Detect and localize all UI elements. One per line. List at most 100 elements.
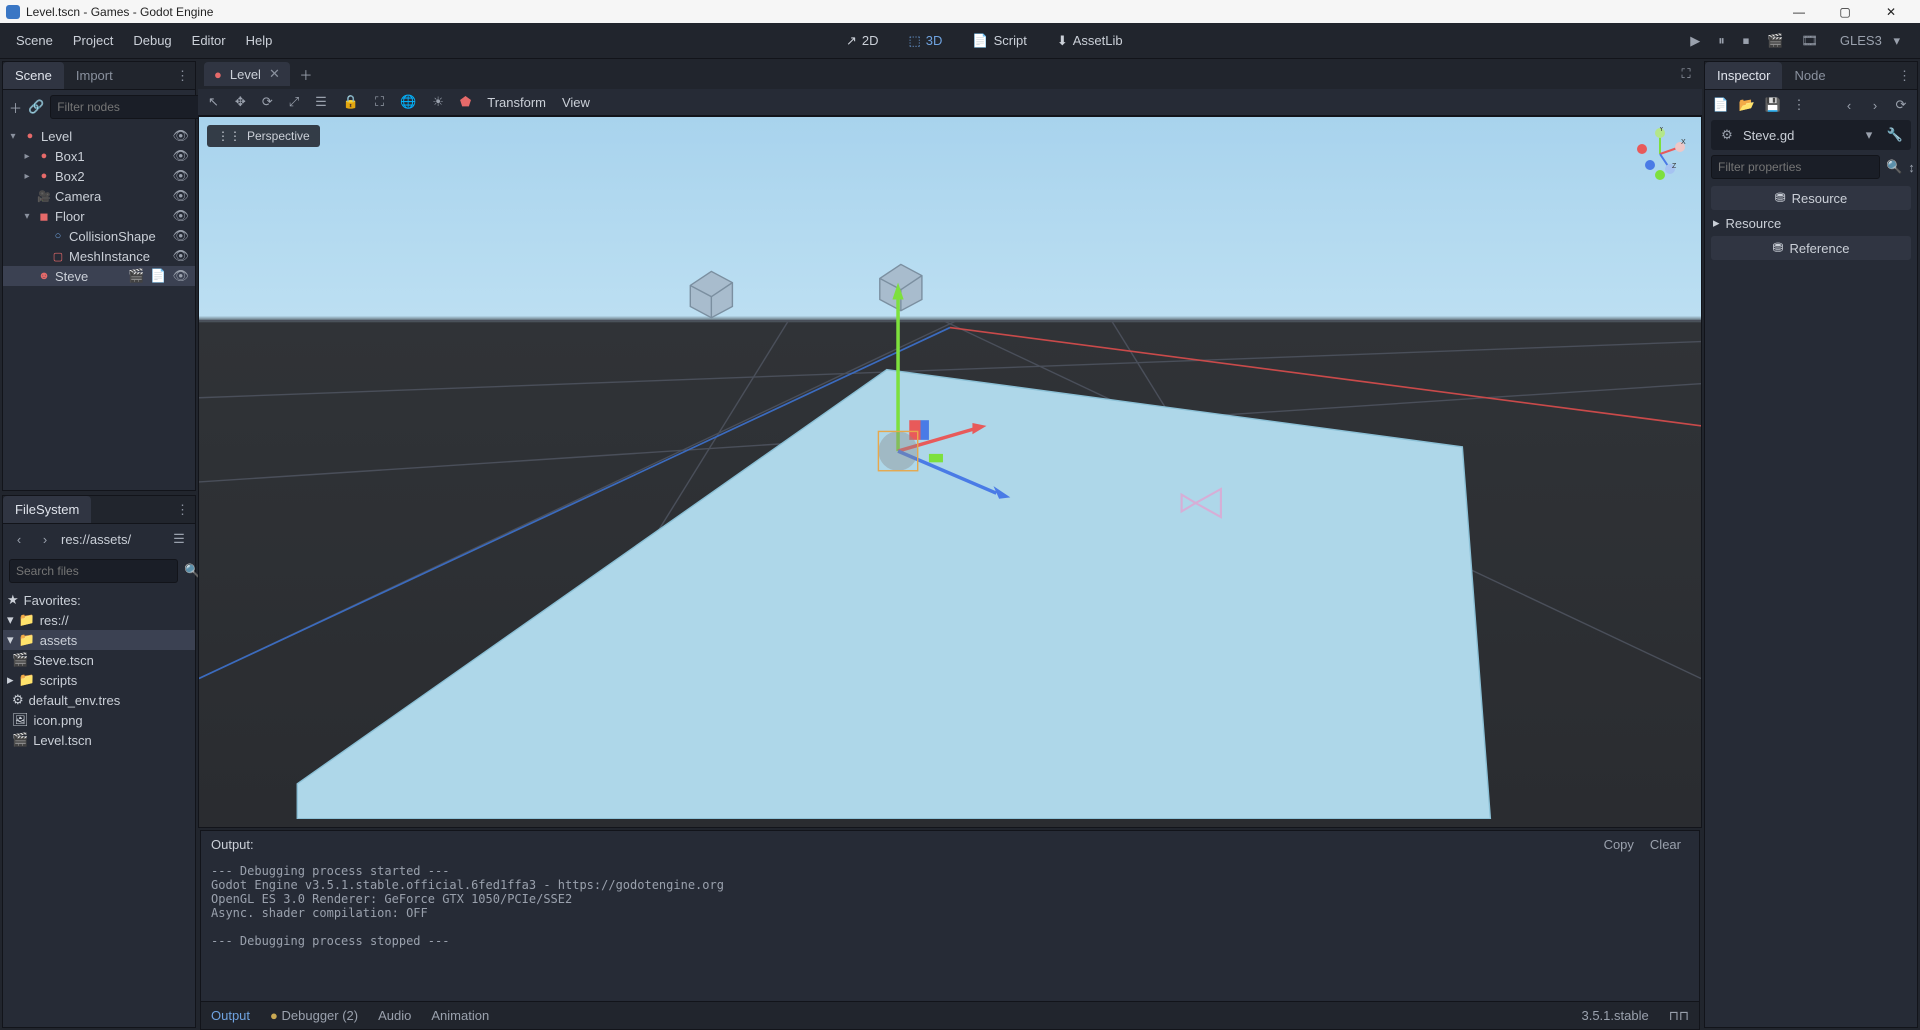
play-button[interactable]: ▶ — [1690, 33, 1700, 49]
menu-project[interactable]: Project — [63, 27, 123, 54]
history-fwd-icon[interactable]: › — [1865, 95, 1885, 115]
filter-properties-input[interactable] — [1711, 155, 1880, 179]
perspective-badge[interactable]: ⋮⋮Perspective — [207, 125, 320, 147]
resource-section[interactable]: ▸Resource — [1705, 212, 1917, 234]
scene-file-icon: 🎬 — [12, 732, 28, 748]
pin-icon[interactable]: 🔧 — [1885, 125, 1905, 145]
snap-icon[interactable]: ⬟ — [460, 94, 471, 110]
maximize-button[interactable]: ▢ — [1822, 5, 1868, 19]
scene-tab-icon: ● — [214, 67, 222, 82]
chevron-down-icon[interactable]: ▾ — [1859, 125, 1879, 145]
dock-options-icon[interactable]: ⋮ — [1892, 68, 1917, 84]
mode-2d[interactable]: ↗2D — [840, 29, 885, 53]
menu-editor[interactable]: Editor — [182, 27, 236, 54]
visibility-icon[interactable]: 👁 — [172, 128, 189, 144]
fs-root[interactable]: res:// — [40, 613, 69, 628]
tab-inspector[interactable]: Inspector — [1705, 62, 1782, 89]
add-node-icon[interactable]: ＋ — [9, 97, 22, 117]
split-mode-icon[interactable]: ☰ — [169, 529, 189, 549]
env-preview-icon[interactable]: 🌐 — [400, 94, 416, 110]
scene-tab-level[interactable]: ● Level ✕ — [204, 62, 290, 86]
history-icon[interactable]: ⟳ — [1891, 95, 1911, 115]
node-steve[interactable]: Steve — [55, 269, 124, 284]
new-resource-icon[interactable]: 📄 — [1711, 95, 1731, 115]
fs-scripts[interactable]: scripts — [40, 673, 78, 688]
scene-open-icon[interactable]: 🎬 — [128, 268, 144, 284]
svg-text:Z: Z — [1672, 163, 1677, 170]
fs-assets[interactable]: assets — [40, 633, 78, 648]
menu-scene[interactable]: Scene — [6, 27, 63, 54]
search-files-input[interactable] — [9, 559, 178, 583]
select-tool-icon[interactable]: ↖ — [208, 94, 219, 110]
dock-options-icon[interactable]: ⋮ — [170, 502, 195, 518]
scene-tree[interactable]: ▾●Level👁 ▸●Box1👁 ▸●Box2👁 🎥Camera👁 ▾◼Floo… — [3, 124, 195, 490]
nav-back-icon[interactable]: ‹ — [9, 529, 29, 549]
distraction-free-icon[interactable]: ⛶ — [1676, 64, 1696, 84]
rotate-tool-icon[interactable]: ⟳ — [262, 94, 273, 110]
sort-icon[interactable]: ↕ — [1908, 157, 1915, 177]
minimize-button[interactable]: — — [1776, 5, 1822, 19]
node-camera[interactable]: Camera — [55, 189, 168, 204]
copy-button[interactable]: Copy — [1596, 835, 1642, 854]
tab-filesystem[interactable]: FileSystem — [3, 496, 91, 523]
fs-level[interactable]: Level.tscn — [33, 733, 92, 748]
renderer-dropdown[interactable]: GLES3 ▾ — [1836, 33, 1904, 49]
tab-output[interactable]: Output — [211, 1008, 250, 1023]
3d-viewport[interactable]: ⋮⋮Perspective Y X Z — [198, 116, 1702, 828]
play-scene-button[interactable]: 🎬 — [1767, 33, 1783, 49]
mode-script[interactable]: 📄Script — [966, 29, 1032, 53]
lock-icon[interactable]: 🔒 — [343, 94, 359, 110]
tab-scene[interactable]: Scene — [3, 62, 64, 89]
more-icon[interactable]: ⋮ — [1789, 95, 1809, 115]
sun-icon[interactable]: ☀ — [432, 94, 444, 110]
node-box2[interactable]: Box2 — [55, 169, 168, 184]
fs-iconpng[interactable]: icon.png — [34, 713, 83, 728]
node-collisionshape[interactable]: CollisionShape — [69, 229, 168, 244]
view-menu[interactable]: View — [562, 95, 590, 110]
tab-import[interactable]: Import — [64, 62, 125, 89]
scale-tool-icon[interactable]: ⤢ — [289, 94, 299, 110]
menu-debug[interactable]: Debug — [123, 27, 181, 54]
tab-animation[interactable]: Animation — [431, 1008, 489, 1023]
group-icon[interactable]: ⛶ — [375, 94, 384, 110]
add-scene-tab-icon[interactable]: ＋ — [296, 64, 316, 84]
load-resource-icon[interactable]: 📂 — [1737, 95, 1757, 115]
node-floor[interactable]: Floor — [55, 209, 168, 224]
fs-env[interactable]: default_env.tres — [29, 693, 121, 708]
mode-3d[interactable]: ⬚3D — [903, 29, 949, 53]
node-box1[interactable]: Box1 — [55, 149, 168, 164]
mode-assetlib[interactable]: ⬇AssetLib — [1051, 29, 1129, 53]
clear-button[interactable]: Clear — [1642, 835, 1689, 854]
close-button[interactable]: ✕ — [1868, 5, 1914, 19]
menu-help[interactable]: Help — [236, 27, 283, 54]
resource-header[interactable]: ⛃Resource — [1711, 186, 1911, 210]
star-icon: ★ — [7, 592, 19, 608]
nav-fwd-icon[interactable]: › — [35, 529, 55, 549]
svg-text:Y: Y — [1659, 127, 1664, 133]
folder-icon: 📁 — [19, 672, 35, 688]
close-tab-icon[interactable]: ✕ — [269, 66, 280, 82]
link-icon[interactable]: 🔗 — [28, 97, 44, 117]
list-select-icon[interactable]: ☰ — [315, 94, 327, 110]
build-info-icon[interactable]: ⊓⊓ — [1669, 1008, 1689, 1024]
orientation-gizmo[interactable]: Y X Z — [1633, 127, 1687, 181]
search-icon[interactable]: 🔍 — [1886, 157, 1902, 177]
move-tool-icon[interactable]: ✥ — [235, 94, 246, 110]
tab-debugger[interactable]: ● Debugger (2) — [270, 1008, 358, 1023]
transform-menu[interactable]: Transform — [487, 95, 546, 110]
play-custom-button[interactable]: 🎞 — [1801, 33, 1818, 49]
save-resource-icon[interactable]: 💾 — [1763, 95, 1783, 115]
tab-node[interactable]: Node — [1782, 62, 1837, 89]
history-back-icon[interactable]: ‹ — [1839, 95, 1859, 115]
dock-options-icon[interactable]: ⋮ — [170, 68, 195, 84]
inspected-object[interactable]: Steve.gd — [1743, 128, 1853, 143]
fs-steve[interactable]: Steve.tscn — [33, 653, 94, 668]
tab-audio[interactable]: Audio — [378, 1008, 411, 1023]
node-meshinstance[interactable]: MeshInstance — [69, 249, 168, 264]
reference-header[interactable]: ⛃Reference — [1711, 236, 1911, 260]
filter-nodes-input[interactable] — [50, 95, 219, 119]
pause-button[interactable]: ⏸ — [1718, 33, 1725, 49]
node-level[interactable]: Level — [41, 129, 168, 144]
stop-button[interactable]: ⏹ — [1743, 33, 1750, 49]
script-attach-icon[interactable]: 📄 — [150, 268, 166, 284]
